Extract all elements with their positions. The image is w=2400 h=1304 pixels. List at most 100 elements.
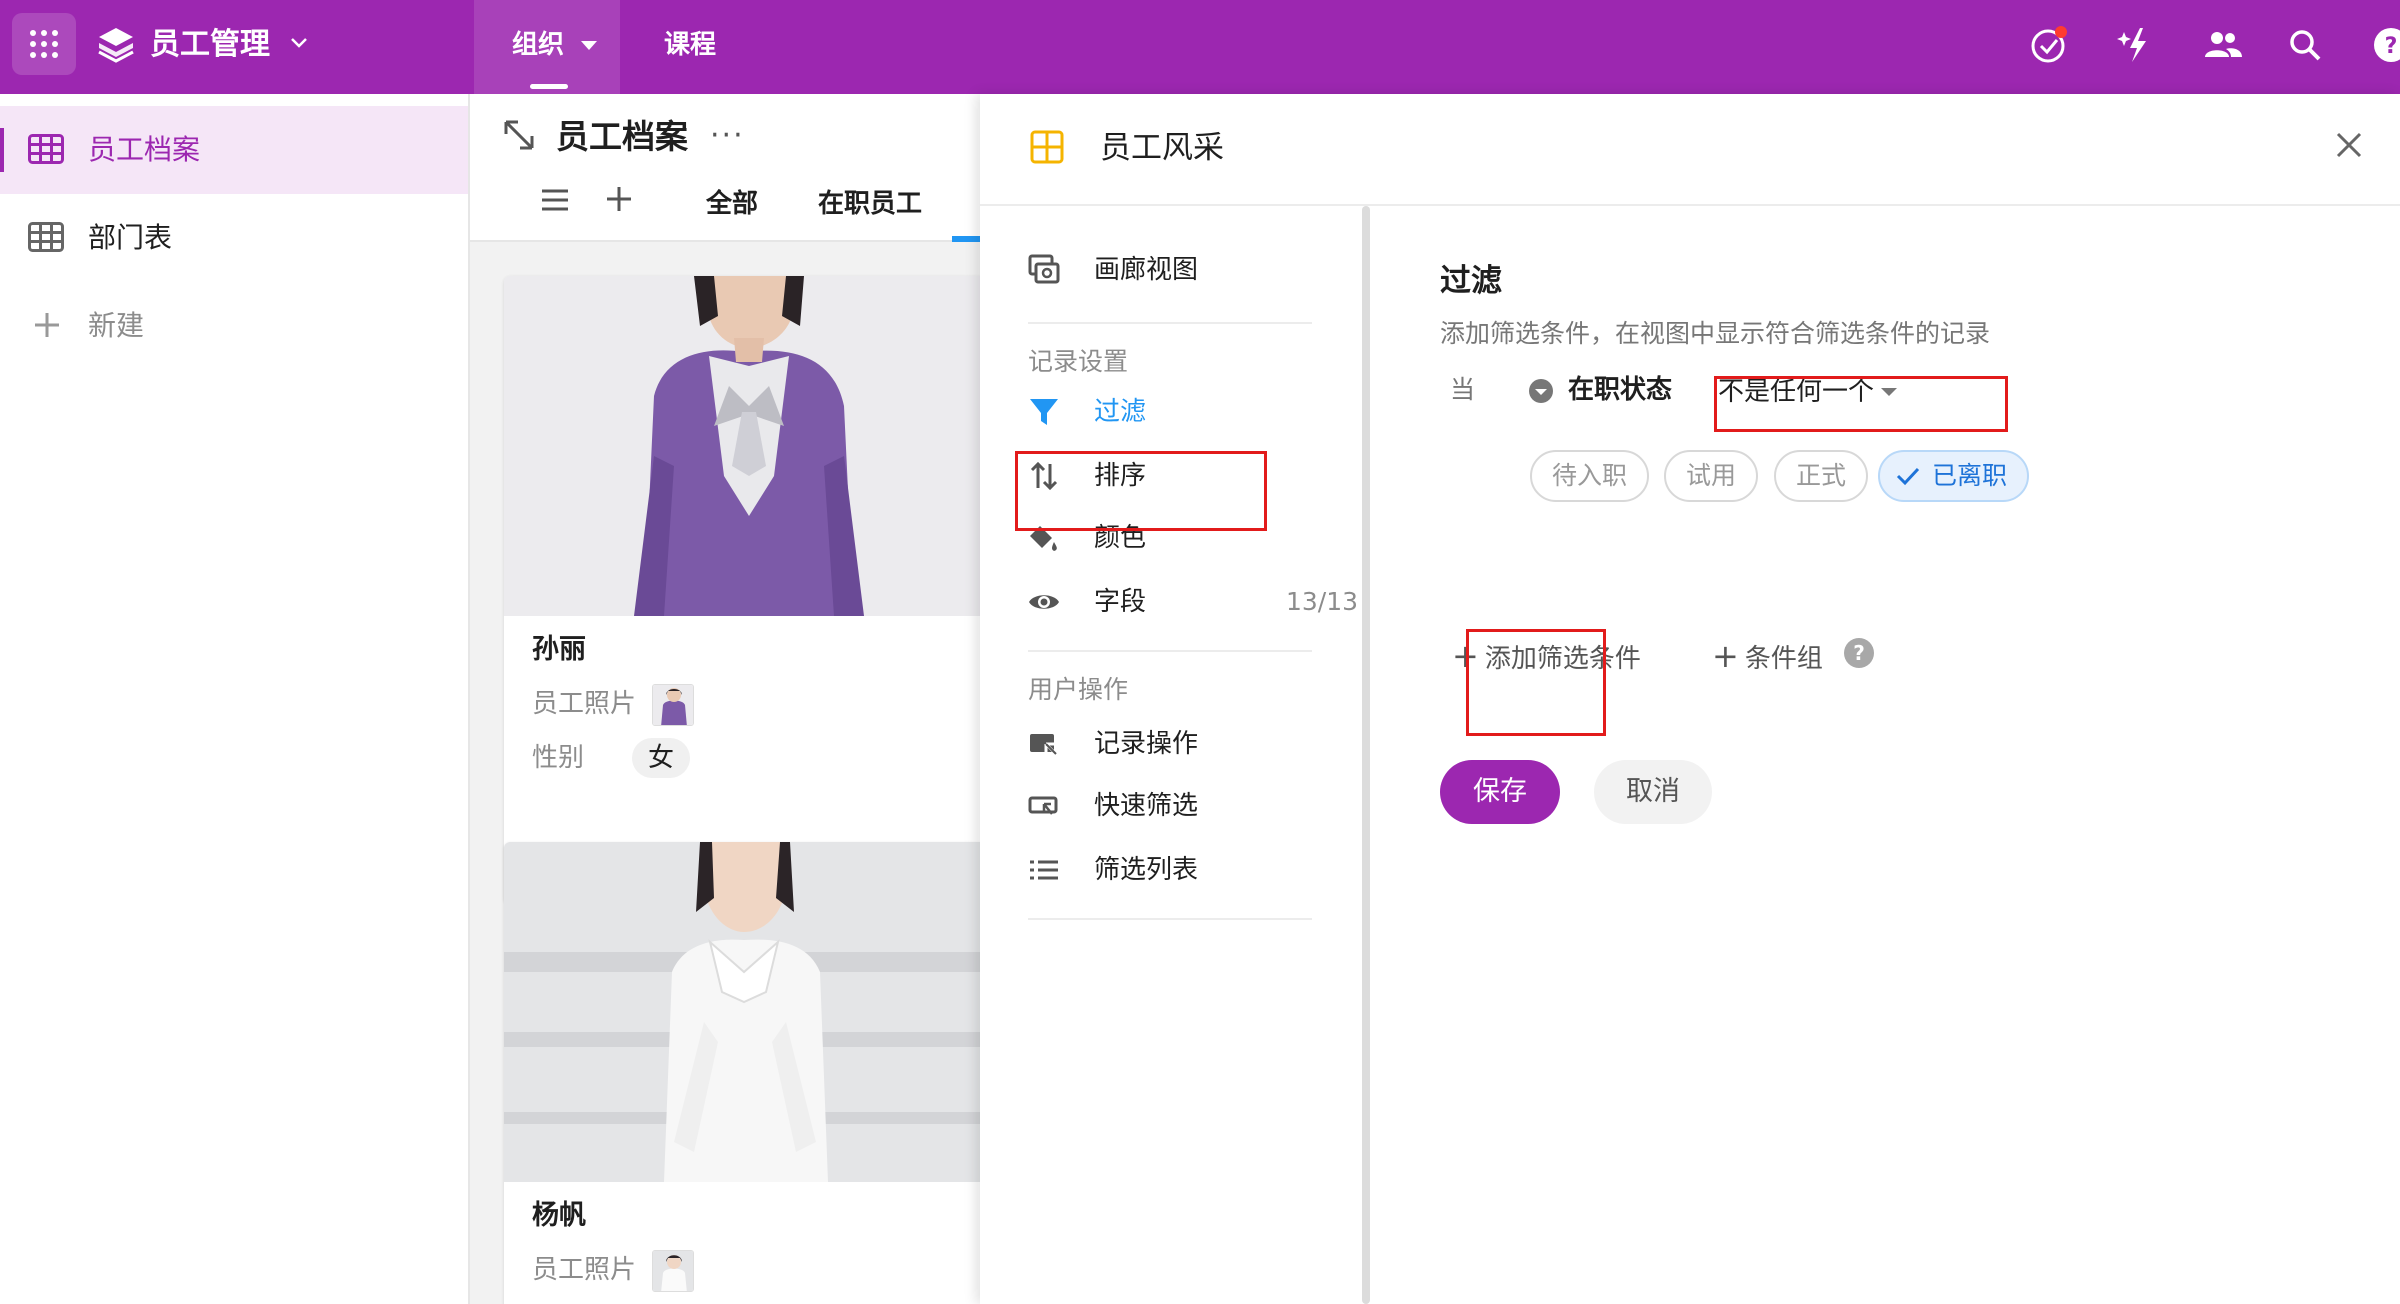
menu-item-label: 筛选列表	[1094, 855, 1199, 885]
table-title: 员工档案	[556, 117, 688, 156]
menu-item-gallery-view[interactable]: 画廊视图	[1028, 240, 1358, 300]
gallery-card[interactable]: 杨帆 员工照片	[504, 842, 980, 1304]
section-heading-record-settings: 记录设置	[1028, 347, 1129, 376]
sidebar-item-employee-files[interactable]: 员工档案	[0, 106, 468, 194]
cancel-button[interactable]: 取消	[1594, 760, 1712, 824]
highlight-box-save	[1466, 629, 1606, 736]
panel-header: 员工风采	[980, 94, 2400, 206]
nav-tab-org-caret-icon[interactable]	[580, 40, 598, 52]
fields-count: 13/13	[1285, 587, 1358, 616]
card-name: 杨帆	[532, 1200, 586, 1231]
people-icon[interactable]	[2202, 24, 2244, 66]
option-label: 已离职	[1932, 461, 2008, 490]
svg-text:?: ?	[2385, 34, 2398, 59]
filter-description: 添加筛选条件，在视图中显示符合筛选条件的记录	[1440, 319, 1991, 348]
menu-item-label: 记录操作	[1094, 729, 1199, 759]
menu-divider	[1028, 322, 1312, 324]
view-tab-active-employees[interactable]: 在职员工	[818, 182, 922, 226]
eye-icon	[1029, 595, 1059, 609]
list-icon	[1030, 860, 1058, 880]
menu-scrollbar[interactable]	[1362, 206, 1370, 1304]
table-icon	[28, 222, 64, 252]
gallery-icon	[1030, 130, 1064, 164]
highlight-box-operator	[1714, 376, 2008, 432]
condition-when-label: 当	[1450, 375, 1476, 404]
condition-field[interactable]: 在职状态	[1568, 370, 1672, 410]
option-regular[interactable]: 正式	[1774, 450, 1869, 502]
menu-item-label: 字段	[1094, 587, 1147, 617]
card-field-label: 性别	[532, 743, 585, 773]
menu-icon[interactable]	[540, 188, 570, 212]
table-icon	[28, 134, 64, 164]
option-pending[interactable]: 待入职	[1530, 450, 1650, 502]
record-action-icon	[1030, 734, 1058, 756]
employee-photo	[504, 276, 980, 616]
top-bar: 员工管理 组织 课程 ?	[0, 0, 2400, 94]
search-icon[interactable]	[2284, 24, 2326, 66]
check-icon	[1896, 467, 1920, 486]
sidebar-item-label: 员工档案	[88, 133, 201, 166]
sidebar-active-indicator	[0, 128, 4, 172]
menu-item-fields[interactable]: 字段 13/13	[1028, 572, 1358, 632]
app-launcher-button[interactable]	[12, 13, 76, 75]
menu-divider	[1028, 650, 1312, 652]
gallery-view-icon	[1028, 254, 1060, 284]
gender-tag: 女	[632, 738, 691, 778]
gallery-card[interactable]: 孙丽 员工照片 性别 女	[504, 276, 980, 904]
employee-photo	[504, 842, 980, 1182]
card-field-label: 员工照片	[532, 1255, 637, 1285]
nav-tab-org[interactable]: 组织	[512, 24, 564, 66]
app-logo-icon	[98, 28, 134, 63]
sidebar: 员工档案 部门表 新建	[0, 94, 470, 1304]
help-icon[interactable]: ?	[1844, 638, 1874, 668]
card-field-label: 员工照片	[532, 689, 637, 719]
employee-photo-thumbnail[interactable]	[652, 1250, 694, 1292]
grid-icon	[30, 30, 58, 58]
nav-tab-indicator	[530, 84, 568, 89]
add-condition-group-button[interactable]: + 条件组	[1712, 634, 1823, 681]
sidebar-item-new[interactable]: 新建	[0, 282, 468, 370]
more-options-button[interactable]: ···	[710, 118, 745, 153]
single-select-field-icon	[1529, 379, 1553, 403]
menu-divider	[1028, 918, 1312, 920]
quick-filter-icon	[1028, 796, 1058, 815]
filter-settings: 过滤 添加筛选条件，在视图中显示符合筛选条件的记录 当 在职状态 不是任何一个 …	[1440, 206, 2340, 906]
sparkle-icon[interactable]	[2116, 24, 2158, 66]
app-title[interactable]: 员工管理	[150, 24, 270, 66]
add-view-icon[interactable]	[604, 184, 634, 214]
section-heading-user-actions: 用户操作	[1028, 675, 1129, 704]
gallery-area: 员工档案 ··· 全部 在职员工 孙丽 员工照片 性别 女 杨帆 员工照片	[470, 94, 980, 1304]
menu-item-label: 画廊视图	[1094, 255, 1199, 285]
condition-group-label: 条件组	[1744, 644, 1823, 674]
settings-menu: 画廊视图 记录设置 过滤 排序 颜色 字段 13/13 用户操作 记录操作 快速…	[980, 206, 1380, 1304]
plus-icon: +	[1712, 637, 1739, 675]
view-tab-all[interactable]: 全部	[706, 182, 758, 226]
filter-icon	[1030, 399, 1058, 425]
card-name: 孙丽	[532, 634, 586, 665]
menu-item-label: 过滤	[1094, 397, 1147, 427]
panel-title: 员工风采	[1100, 130, 1224, 166]
highlight-box-filter-menu	[1015, 451, 1267, 531]
menu-item-label: 快速筛选	[1094, 791, 1199, 821]
sidebar-item-label: 部门表	[88, 221, 173, 254]
employee-photo-thumbnail[interactable]	[652, 684, 694, 726]
sidebar-item-label: 新建	[88, 309, 145, 342]
menu-item-filter-list[interactable]: 筛选列表	[1028, 840, 1358, 900]
option-trial[interactable]: 试用	[1664, 450, 1759, 502]
menu-item-filter[interactable]: 过滤	[1028, 382, 1358, 442]
plus-icon	[35, 313, 59, 337]
save-button[interactable]: 保存	[1440, 760, 1560, 824]
option-resigned[interactable]: 已离职	[1878, 450, 2030, 502]
filter-title: 过滤	[1440, 263, 1502, 299]
check-circle-icon[interactable]	[2028, 24, 2070, 66]
menu-item-record-actions[interactable]: 记录操作	[1028, 714, 1358, 774]
view-tab-indicator	[952, 236, 980, 242]
expand-icon[interactable]	[502, 118, 536, 152]
view-settings-panel: 员工风采 画廊视图 记录设置 过滤 排序 颜色 字段 13/13 用户操作 记录…	[980, 94, 2400, 1304]
close-icon[interactable]	[2334, 130, 2364, 160]
chevron-down-icon[interactable]	[287, 30, 311, 54]
nav-tab-course[interactable]: 课程	[664, 24, 716, 66]
menu-item-quick-filter[interactable]: 快速筛选	[1028, 776, 1358, 836]
help-icon[interactable]: ?	[2370, 24, 2400, 66]
sidebar-item-departments[interactable]: 部门表	[0, 194, 468, 282]
